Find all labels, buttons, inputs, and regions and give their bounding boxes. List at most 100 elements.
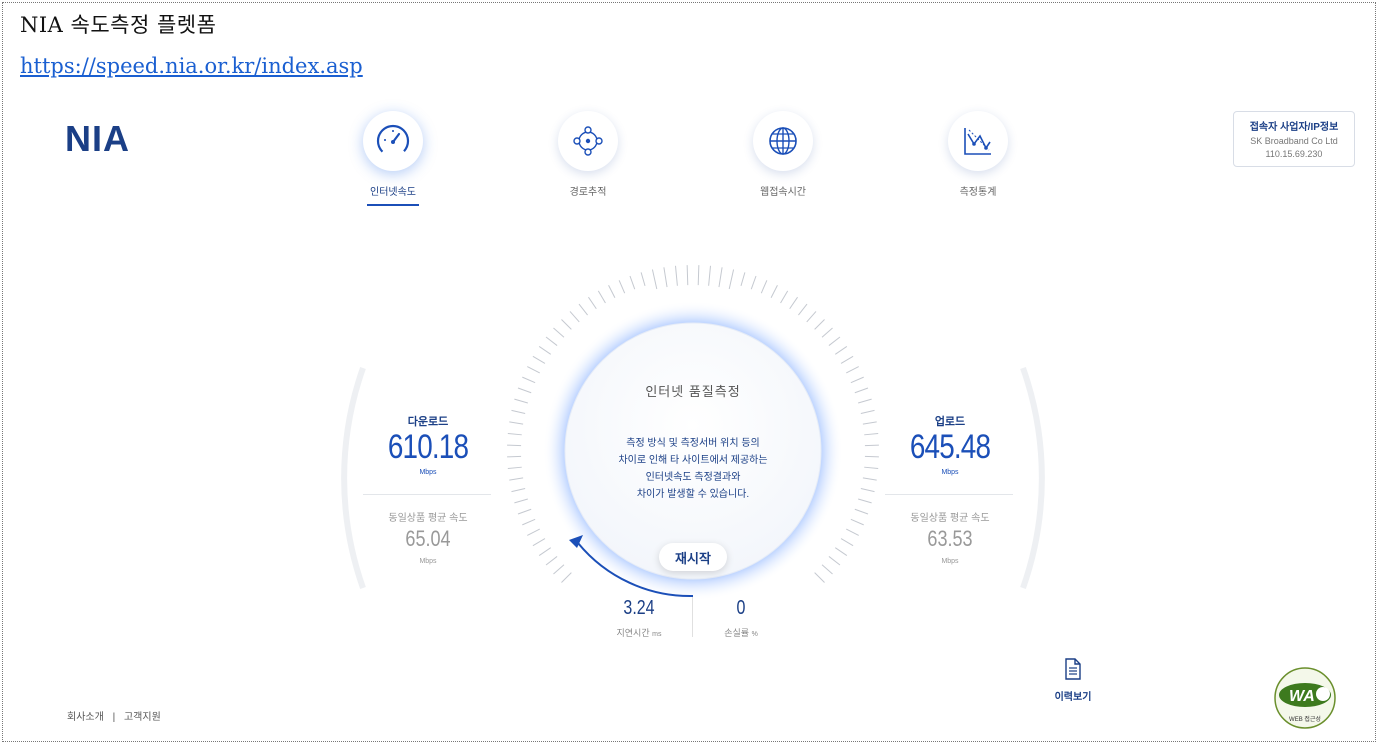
nav-statistics[interactable]: 측정통계 (918, 111, 1038, 198)
page-frame: NIA 속도측정 플렛폼 https://speed.nia.or.kr/ind… (2, 2, 1376, 742)
wa-web-accessibility-badge[interactable]: WA WEB 접근성 (1265, 665, 1345, 731)
gauge-tick (854, 387, 869, 394)
latency-label-group: 지연시간 ms (589, 626, 689, 639)
gauge-tick (527, 528, 540, 536)
notice-line: 인터넷속도 측정결과와 (645, 472, 741, 483)
gauge-tick (864, 466, 879, 470)
gauge-tick (750, 275, 757, 290)
gauge-tick (708, 265, 712, 286)
gauge-tick (663, 267, 668, 288)
latency-label: 지연시간 (616, 628, 650, 638)
badge-caption: WEB 접근성 (1289, 715, 1321, 723)
about-company-link[interactable]: 회사소개 (67, 712, 104, 723)
gauge-tick (864, 432, 879, 436)
notice-line: 차이가 발생할 수 있습니다. (636, 489, 750, 500)
gauge-tick (834, 346, 848, 355)
upload-speed-value: 645.48 (909, 428, 991, 466)
gauge-tick (674, 265, 678, 286)
upload-avg-value: 63.53 (927, 526, 973, 551)
packet-loss-value: 0 (736, 597, 746, 619)
nav-route-trace[interactable]: 경로추적 (528, 111, 648, 198)
download-avg-unit: Mbps (419, 558, 437, 565)
latency-value: 3.24 (623, 597, 655, 619)
gauge-tick (522, 376, 536, 384)
restart-button[interactable]: 재시작 (659, 543, 727, 571)
gauge-tick (806, 311, 817, 323)
gauge-tick (553, 564, 565, 575)
gauge-tick (846, 366, 859, 374)
gauge-tick (569, 311, 580, 323)
upload-unit: Mbps (941, 469, 959, 476)
gauge-tick (561, 572, 572, 583)
document-title: NIA 속도측정 플렛폼 (20, 13, 217, 37)
gauge-tick (511, 409, 526, 414)
gauge-tick (578, 303, 588, 316)
isp-info-box: 접속자 사업자/IP정보 SK Broadband Co Ltd 110.15.… (1233, 111, 1355, 167)
customer-support-link[interactable]: 고객지원 (124, 712, 161, 723)
nav-web-access-time[interactable]: 웹접속시간 (723, 111, 843, 198)
measurement-notice: 측정 방식 및 측정서버 위치 등의 차이로 인해 타 사이트에서 제공하는 인… (573, 435, 813, 503)
gauge-tick (789, 296, 798, 310)
gauge-tick (561, 319, 572, 330)
download-avg-value: 65.04 (405, 526, 451, 551)
nia-logo[interactable]: NIA (65, 118, 130, 160)
document-icon (1065, 658, 1081, 680)
nav-label: 경로추적 (569, 187, 607, 198)
packet-loss-label: 손실률 (724, 628, 750, 638)
gauge-tick (821, 327, 833, 338)
gauge-tick (821, 564, 833, 575)
gauge-tick (862, 421, 877, 425)
isp-ip-address: 110.15.69.230 (1265, 149, 1323, 159)
gauge-tick (860, 488, 875, 493)
nav-label: 인터넷속도 (370, 187, 416, 198)
packet-loss-label-group: 손실률 % (691, 626, 791, 639)
gauge-tick (814, 319, 825, 330)
gauge-tick (618, 280, 626, 294)
history-label: 이력보기 (1054, 692, 1092, 703)
quality-measurement-title: 인터넷 품질측정 (645, 384, 741, 399)
latency-unit: ms (652, 631, 662, 638)
nav-internet-speed[interactable]: 인터넷속도 (333, 111, 453, 206)
isp-info-title: 접속자 사업자/IP정보 (1249, 122, 1339, 133)
download-divider (363, 494, 491, 495)
gauge-tick (686, 265, 689, 286)
gauge-tick (858, 498, 872, 504)
gauge-tick (834, 547, 848, 556)
badge-wa-text: WA (1289, 688, 1315, 705)
gauge-tick (850, 518, 864, 526)
footer-links: 회사소개 | 고객지원 (67, 708, 161, 723)
gauge-tick (760, 280, 768, 294)
upload-divider (885, 494, 1013, 495)
gauge-tick (828, 556, 841, 566)
gauge-tick (509, 421, 524, 425)
document-url-link[interactable]: https://speed.nia.or.kr/index.asp (20, 54, 363, 78)
gauge-tick (608, 285, 616, 298)
right-outer-arc (1020, 367, 1045, 589)
gauge-tick (780, 290, 789, 304)
download-unit: Mbps (419, 469, 437, 476)
gauge-tick (538, 346, 552, 355)
nav-label: 웹접속시간 (760, 187, 806, 198)
history-button[interactable]: 이력보기 (1043, 658, 1103, 703)
gauge-tick (522, 518, 536, 526)
gauge-tick (854, 508, 869, 515)
upload-title: 업로드 (934, 416, 966, 428)
gauge-tick (511, 488, 526, 493)
gauge-tick (514, 498, 528, 504)
upload-avg-label: 동일상품 평균 속도 (910, 513, 990, 524)
gauge-tick (517, 508, 532, 515)
gauge-tick (545, 556, 558, 566)
gauge-tick (770, 285, 778, 298)
gauge-tick (697, 265, 700, 286)
gauge-tick (828, 336, 841, 346)
gauge-tick (640, 272, 646, 286)
gauge-tick (862, 477, 877, 481)
gauge-tick (597, 290, 606, 304)
gauge-tick (532, 355, 546, 364)
active-tab-indicator (367, 204, 419, 206)
gauge-tick (538, 547, 552, 556)
gauge-tick (846, 528, 859, 536)
isp-provider: SK Broadband Co Ltd (1250, 136, 1338, 146)
gauge-tick (545, 336, 558, 346)
speedometer-icon (363, 111, 423, 171)
